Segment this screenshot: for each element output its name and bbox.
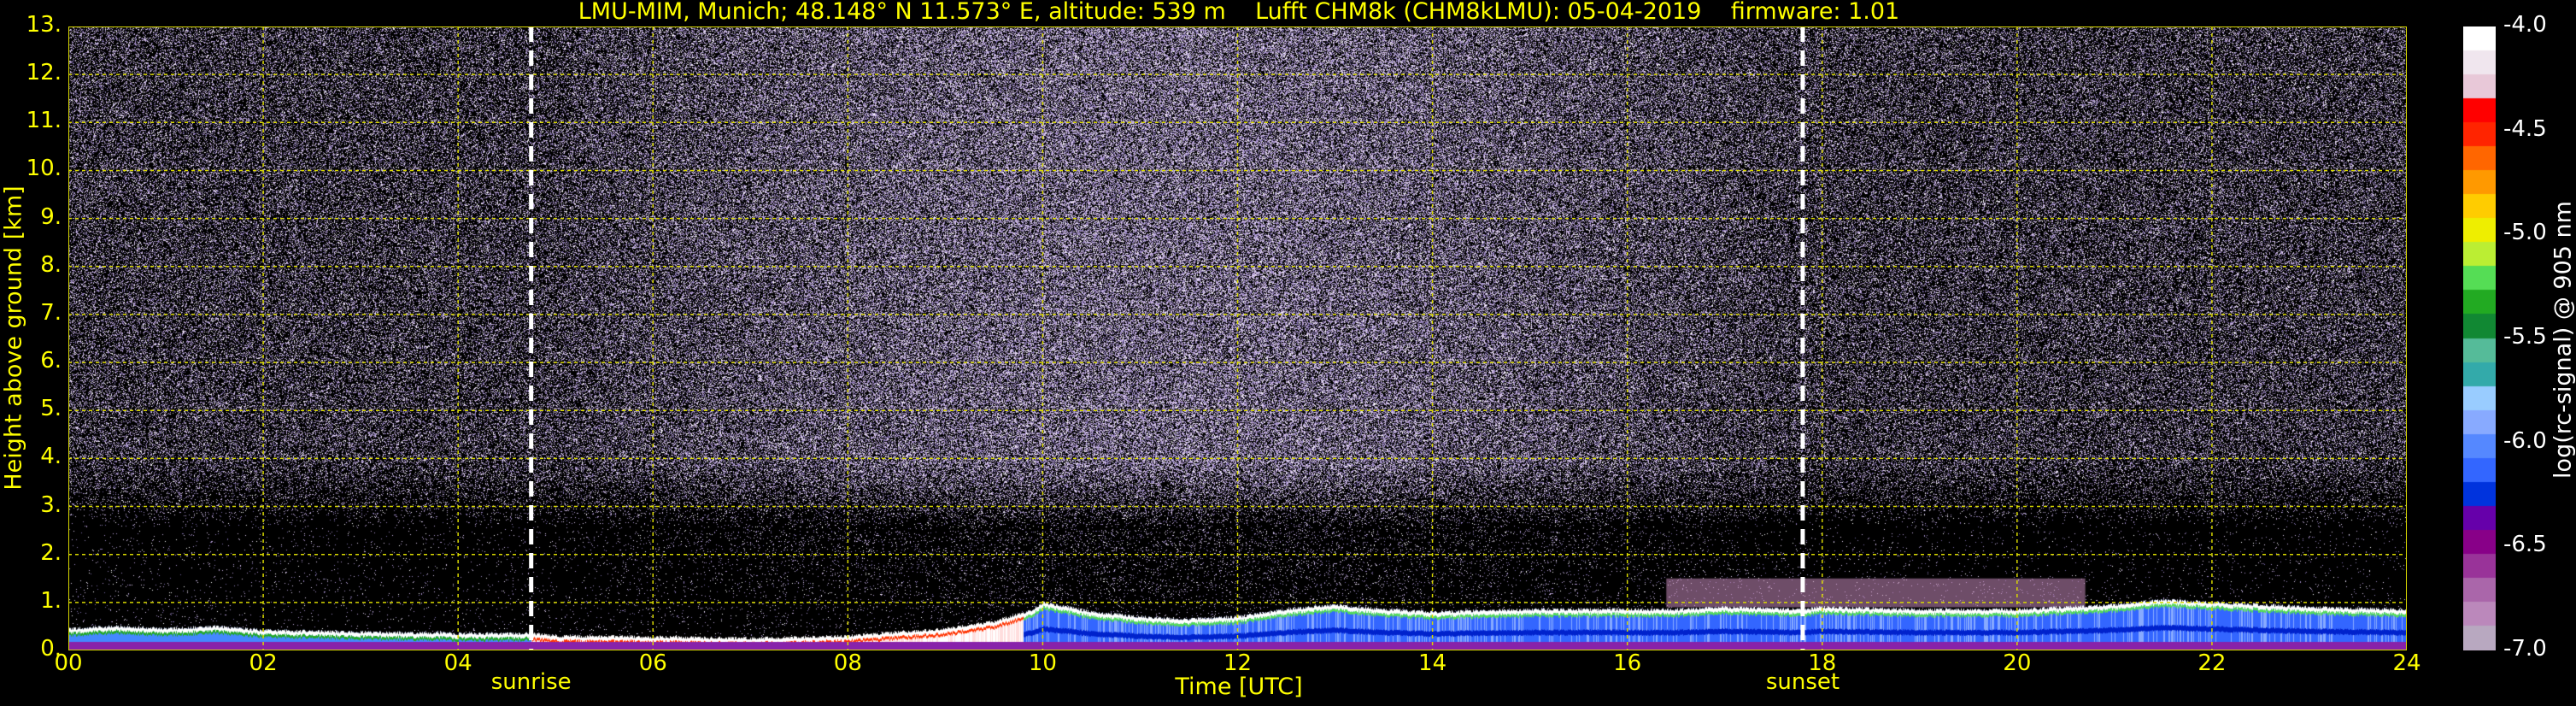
y-tick-label: 11.	[26, 108, 62, 134]
sunrise-label: sunrise	[490, 669, 572, 695]
x-tick-label: 24	[2392, 650, 2421, 676]
y-tick-label: 6.	[40, 348, 62, 374]
y-tick-label: 10.	[26, 156, 62, 182]
y-tick-label: 8.	[40, 251, 62, 278]
sunset-label: sunset	[1765, 669, 1840, 695]
colorbar-tick-label: -6.5	[2503, 532, 2547, 558]
grid-and-markers	[68, 26, 2407, 650]
x-axis-label: Time [UTC]	[1175, 674, 1303, 700]
y-tick-label: 2.	[40, 539, 62, 566]
y-tick-label: 4.	[40, 444, 62, 470]
colorbar-tick-label: -5.5	[2503, 324, 2547, 350]
colorbar-tick-label: -4.0	[2503, 12, 2547, 38]
colorbar-tick-label: -4.5	[2503, 115, 2547, 142]
y-tick-label: 1.	[40, 587, 62, 614]
y-tick-label: 7.	[40, 299, 62, 326]
chart-title: LMU-MIM, Munich; 48.148° N 11.573° E, al…	[578, 0, 1900, 25]
x-tick-label: 10	[1028, 650, 1057, 676]
x-tick-label: 22	[2198, 650, 2227, 676]
x-tick-label: 06	[638, 650, 667, 676]
x-tick-label: 16	[1613, 650, 1642, 676]
y-tick-label: 12.	[26, 60, 62, 86]
colorbar-tick-label: -6.0	[2503, 427, 2547, 454]
x-tick-label: 14	[1418, 650, 1447, 676]
y-tick-label: 9.	[40, 203, 62, 230]
colorbar-tick-label: -5.0	[2503, 220, 2547, 246]
colorbar-label: log(rc-signal) @ 905 nm	[2550, 201, 2576, 479]
x-tick-label: 08	[833, 650, 862, 676]
colorbar	[2463, 26, 2496, 650]
x-tick-label: 12	[1223, 650, 1253, 676]
x-tick-label: 20	[2003, 650, 2032, 676]
colorbar-tick-label: -7.0	[2503, 636, 2547, 662]
y-tick-label: 5.	[40, 396, 62, 422]
y-tick-label: 13.	[26, 12, 62, 38]
y-tick-label: 3.	[40, 491, 62, 518]
x-tick-label: 02	[249, 650, 278, 676]
y-tick-label: 0.	[40, 636, 62, 662]
heatmap-plot-area	[68, 26, 2407, 650]
plot-frame	[68, 26, 2407, 650]
